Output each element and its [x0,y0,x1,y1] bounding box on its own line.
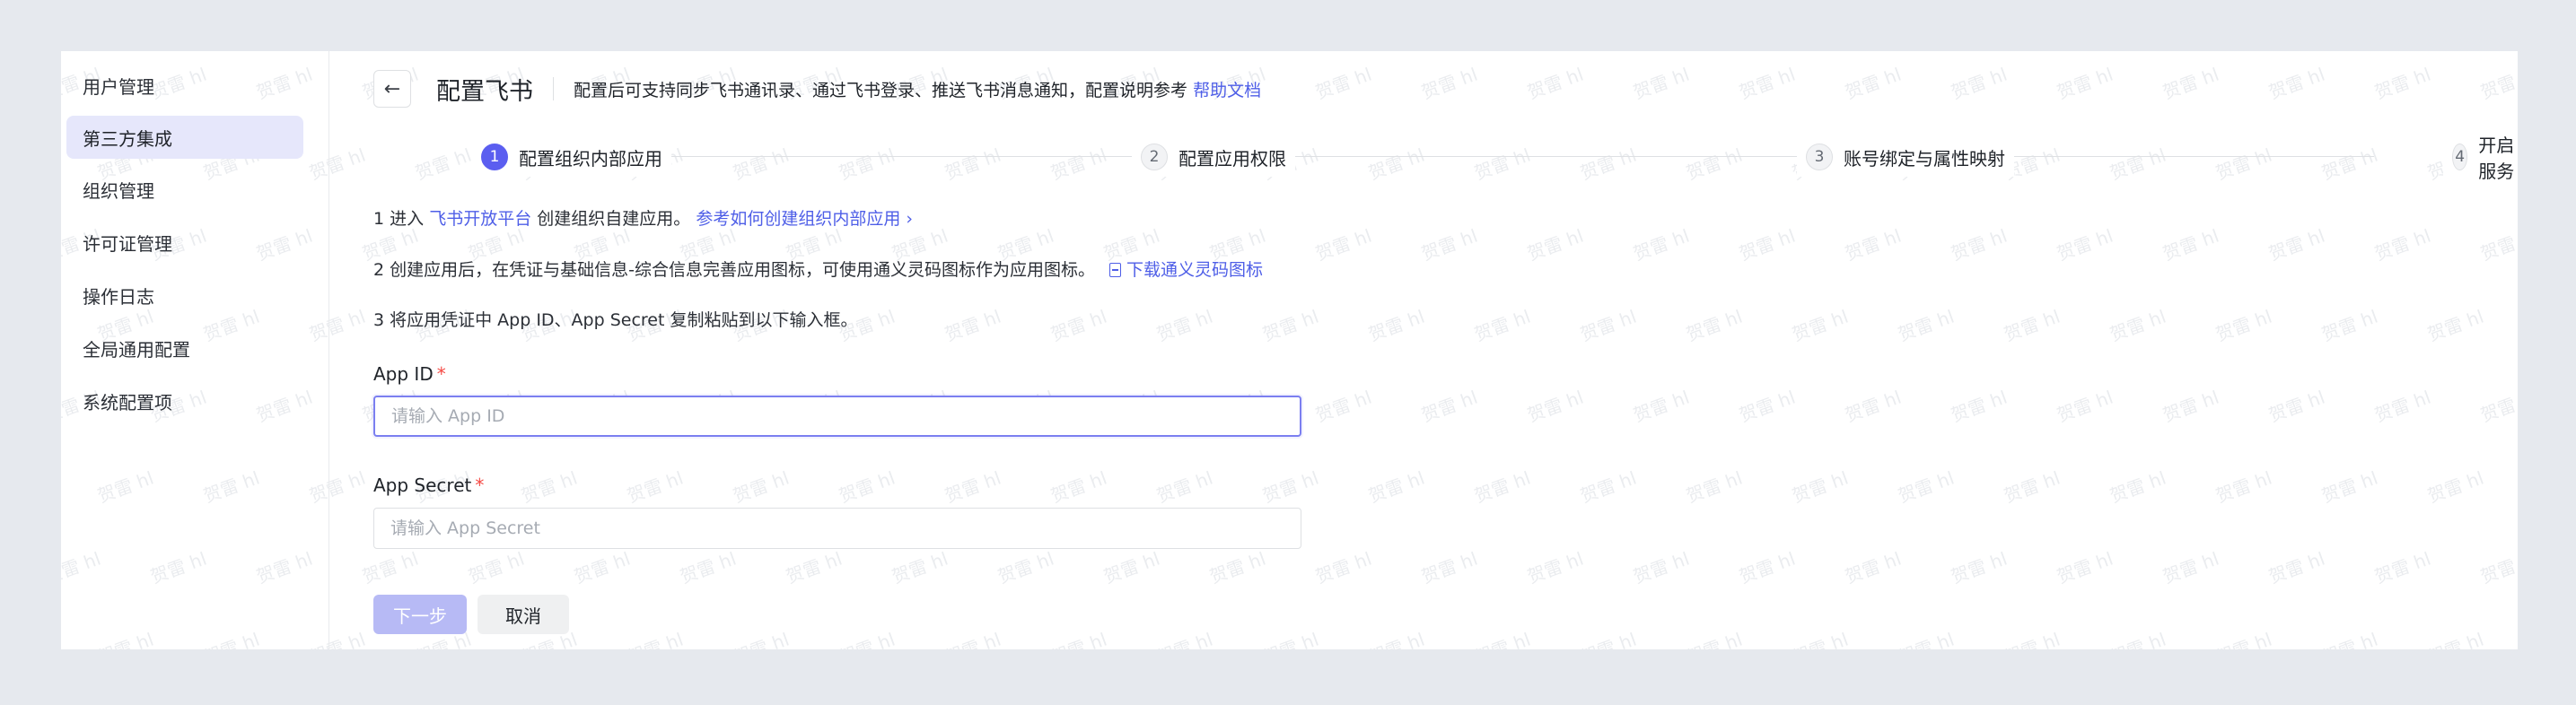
header-description: 配置后可支持同步飞书通讯录、通过飞书登录、推送飞书消息通知，配置说明参考 帮助文… [574,77,1261,101]
step-1: 1 配置组织内部应用 [481,137,671,177]
sidebar-item-license-management[interactable]: 许可证管理 [66,221,303,264]
step-label: 开启服务 [2478,135,2515,182]
step-3: 3 账号绑定与属性映射 [1797,137,2014,177]
app-secret-label: App Secret * [373,474,484,496]
document-icon [1109,263,1122,277]
sidebar-item-label: 用户管理 [83,75,154,98]
step-number: 2 [1141,144,1168,170]
step-number: 1 [481,144,508,170]
stepper: 1 配置组织内部应用 2 配置应用权限 3 账号绑定与属性映射 4 开启服务 [329,135,2518,182]
arrow-left-icon: ← [383,77,401,100]
sidebar-item-operation-log[interactable]: 操作日志 [66,274,303,317]
field-label-text: App Secret [373,474,472,496]
download-icon-link[interactable]: 下载通义灵码图标 [1126,260,1263,280]
header-description-text: 配置后可支持同步飞书通讯录、通过飞书登录、推送飞书消息通知，配置说明参考 [574,80,1188,100]
instruction-text: 1 进入 [373,209,425,229]
app-id-label: App ID * [373,363,446,385]
sidebar-item-label: 第三方集成 [83,127,172,150]
required-mark: * [475,474,485,496]
sidebar-item-label: 全局通用配置 [83,338,190,361]
field-label-text: App ID [373,363,434,385]
instruction-step-1: 1 进入 飞书开放平台 创建组织自建应用。 参考如何创建组织内部应用 › [373,205,913,230]
title-divider [553,77,554,100]
step-label: 配置应用权限 [1178,147,1286,170]
cancel-button[interactable]: 取消 [478,595,569,634]
main-content: ← 配置飞书 配置后可支持同步飞书通讯录、通过飞书登录、推送飞书消息通知，配置说… [329,51,2518,649]
sidebar-item-org-management[interactable]: 组织管理 [66,168,303,211]
instruction-text: 3 将应用凭证中 App ID、App Secret 复制粘贴到以下输入框。 [373,310,858,330]
feishu-open-platform-link[interactable]: 飞书开放平台 [429,209,531,229]
required-mark: * [436,363,446,385]
step-label: 配置组织内部应用 [519,147,662,170]
instruction-text: 创建组织自建应用。 [537,209,691,229]
page-title: 配置飞书 [436,77,533,106]
app-id-input[interactable] [373,396,1301,437]
step-2: 2 配置应用权限 [1132,137,1295,177]
instruction-step-3: 3 将应用凭证中 App ID、App Secret 复制粘贴到以下输入框。 [373,307,858,331]
sidebar-item-label: 组织管理 [83,179,154,202]
step-number: 3 [1806,144,1833,170]
sidebar-item-user-management[interactable]: 用户管理 [66,64,303,107]
step-connector [1980,156,2374,157]
back-button[interactable]: ← [373,70,411,108]
sidebar-item-system-config[interactable]: 系统配置项 [66,379,303,422]
sidebar-item-label: 操作日志 [83,285,154,308]
next-button[interactable]: 下一步 [373,595,467,634]
instruction-text: 2 创建应用后，在凭证与基础信息-综合信息完善应用图标，可使用通义灵码图标作为应… [373,260,1095,280]
how-to-create-app-link[interactable]: 参考如何创建组织内部应用 › [696,209,913,229]
step-4: 4 开启服务 [2443,135,2518,182]
step-label: 账号绑定与属性映射 [1844,147,2005,170]
app-window: 贺雷 hl 贺雷 hl 贺雷 hl 贺雷 hl 贺雷 hl 贺雷 hl 贺雷 hl 贺雷 hl… [61,51,2518,649]
sidebar-item-label: 许可证管理 [83,232,172,255]
step-number: 4 [2452,144,2468,170]
instruction-step-2: 2 创建应用后，在凭证与基础信息-综合信息完善应用图标，可使用通义灵码图标作为应… [373,257,1263,281]
sidebar-item-third-party-integration[interactable]: 第三方集成 [66,116,303,159]
sidebar: 用户管理 第三方集成 组织管理 许可证管理 操作日志 全局通用配置 系统配置项 [61,51,329,649]
help-doc-link[interactable]: 帮助文档 [1193,81,1261,100]
app-secret-input[interactable] [373,508,1301,549]
sidebar-item-global-config[interactable]: 全局通用配置 [66,326,303,370]
page-header: ← 配置飞书 配置后可支持同步飞书通讯录、通过飞书登录、推送飞书消息通知，配置说… [373,69,1261,109]
step-connector [670,156,1414,157]
sidebar-item-label: 系统配置项 [83,391,172,413]
